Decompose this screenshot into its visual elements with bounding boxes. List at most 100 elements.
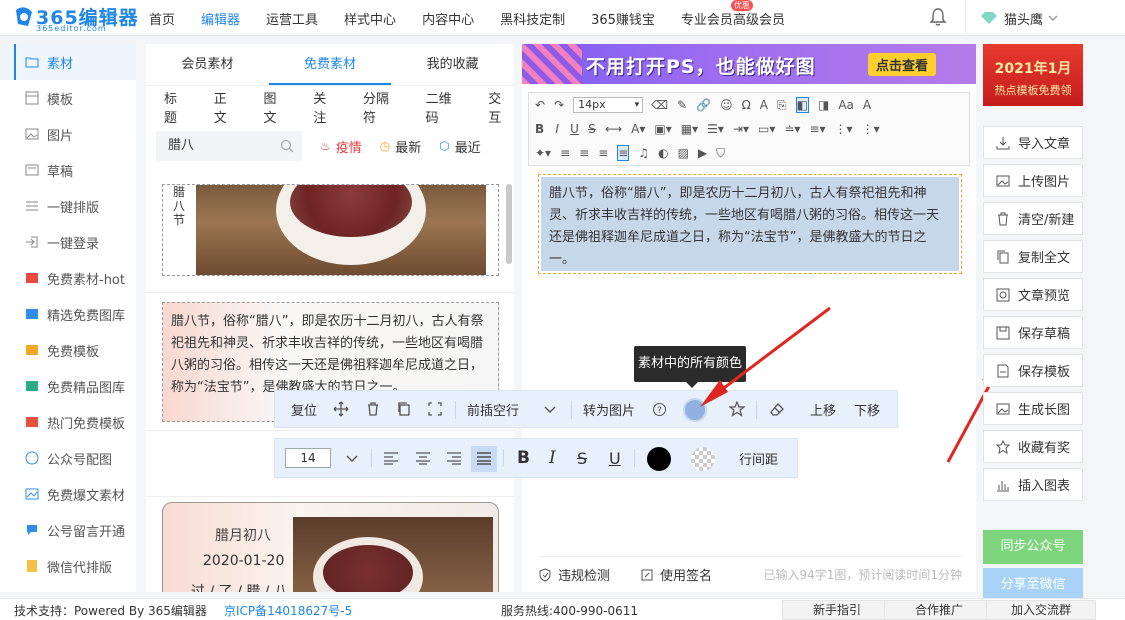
leftnav-item-hot-template[interactable]: 热门免费模板 [0,404,136,440]
compliance-check-button[interactable]: 违规检测 [538,565,610,584]
logo[interactable]: 365编辑器 365editor.com [14,3,144,33]
search-icon[interactable] [280,139,294,153]
format-painter-icon[interactable]: ✎ [677,98,687,112]
leftnav-item-premium-gallery[interactable]: 免费精品图库 [0,368,136,404]
strikethrough-icon[interactable]: S [577,439,587,477]
long-image-button[interactable]: 生成长图 [983,392,1083,425]
category-follow[interactable]: 关注 [313,88,339,126]
leftnav-item-gallery[interactable]: 精选免费图库 [0,296,136,332]
move-down-button[interactable]: 下移 [854,391,880,427]
bold-icon[interactable]: B [535,122,544,136]
background-color-icon[interactable]: ▣▾ [654,122,671,136]
share-wechat-button[interactable]: 分享至微信 [983,568,1083,602]
leftnav-item-cover[interactable]: 公众号配图 [0,440,136,476]
leftnav-item-login[interactable]: 一键登录 [0,224,136,260]
cooperation-button[interactable]: 合作推广 [884,600,994,620]
horizontal-rule-icon[interactable]: ⟷ [605,122,622,136]
signature-button[interactable]: 使用签名 [640,565,712,584]
letter-spacing-icon[interactable]: ≡▾ [809,122,825,136]
link-icon[interactable]: 🔗 [696,98,711,112]
promo-ad[interactable]: 2021年1月 热点模板免费领 [983,44,1083,106]
chevron-down-icon[interactable] [543,403,557,417]
preview-button[interactable]: 文章预览 [983,278,1083,311]
spacing-icon[interactable]: ≐▾ [784,122,800,136]
move-up-button[interactable]: 上移 [810,391,836,427]
star-icon[interactable] [729,401,745,417]
nav-home[interactable]: 首页 [149,9,175,28]
text-direction-icon[interactable]: A [760,98,768,112]
italic-icon[interactable]: I [549,439,556,477]
leftnav-item-comments[interactable]: 公号留言开通 [0,512,136,548]
align-justify-icon[interactable] [476,451,492,465]
emoji-icon[interactable]: ☺ [720,98,733,112]
list-icon[interactable]: ⋮▾ [835,122,853,136]
italic-icon[interactable]: I [553,122,561,136]
scrollbar[interactable] [506,184,512,264]
selected-paragraph[interactable]: 腊八节，俗称“腊八”，即是农历十二月初八，古人有祭祀祖先和神灵、祈求丰收吉祥的传… [541,177,959,271]
font-size-input[interactable]: 14 [285,448,331,468]
align-justify-icon[interactable]: ≡ [617,145,630,161]
filter-latest[interactable]: ◷ 最新 [380,137,422,156]
newbie-guide-button[interactable]: 新手指引 [782,600,892,620]
align-right-icon[interactable]: ≡ [598,146,608,160]
nav-styles[interactable]: 样式中心 [344,9,396,28]
move-icon[interactable] [333,401,349,417]
insert-image-icon[interactable]: ▨ [678,146,689,160]
shield-icon[interactable]: ⛉ [716,146,725,161]
category-interactive[interactable]: 交互 [488,88,514,126]
nav-custom[interactable]: 黑科技定制 [500,9,565,28]
leftnav-item-free-template[interactable]: 免费模板 [0,332,136,368]
nav-editor[interactable]: 编辑器 [201,9,240,28]
save-template-button[interactable]: 保存模板 [983,354,1083,387]
indent-icon[interactable]: ⇥▾ [733,122,749,136]
fullwidth-icon[interactable] [427,401,443,417]
nav-content[interactable]: 内容中心 [422,9,474,28]
leftnav-item-autolayout[interactable]: 一键排版 [0,188,136,224]
category-body[interactable]: 正文 [214,88,240,126]
insert-chart-button[interactable]: 插入图表 [983,468,1083,501]
magic-icon[interactable]: ✦▾ [535,146,551,160]
font-size-icon[interactable]: A [863,98,871,112]
search-input[interactable]: 腊八 [156,131,302,161]
editor-content[interactable]: 腊八节，俗称“腊八”，即是农历十二月初八，古人有祭祀祖先和神灵、祈求丰收吉祥的传… [538,174,962,274]
category-divider[interactable]: 分隔符 [363,88,402,126]
filter-epidemic[interactable]: ♨ 疫情 [320,137,362,156]
strikethrough-icon[interactable]: S [588,122,596,136]
paragraph-icon[interactable]: ▦▾ [681,122,698,136]
chevron-down-icon[interactable] [345,452,359,466]
leftnav-item-template[interactable]: 模板 [0,80,136,116]
underline-icon[interactable]: U [570,122,579,136]
category-qrcode[interactable]: 二维码 [426,88,465,126]
eraser-icon[interactable] [769,401,785,417]
save-draft-button[interactable]: 保存草稿 [983,316,1083,349]
category-title[interactable]: 标题 [164,88,190,126]
line-spacing-button[interactable]: 行间距 [739,439,778,477]
font-color-icon[interactable]: A▾ [631,122,645,136]
category-imagetext[interactable]: 图文 [264,88,290,126]
upload-image-button[interactable]: 上传图片 [983,164,1083,197]
eraser-icon[interactable]: ⌫ [651,98,668,112]
redo-icon[interactable]: ↷ [554,98,564,112]
font-case-icon[interactable]: Aa [838,98,854,112]
insert-video-icon[interactable]: ▶ [698,146,707,160]
align-left-icon[interactable]: ≡ [560,146,570,160]
music-icon[interactable]: ♫ [638,146,649,160]
nav-senior-member[interactable]: 高级会员 [733,9,785,28]
bold-icon[interactable]: B [517,439,530,477]
leftnav-item-typeset-service[interactable]: 微信代排版 [0,548,136,584]
leftnav-item-free-hot[interactable]: 免费素材-hot [0,260,136,296]
leftnav-item-draft[interactable]: 草稿 [0,152,136,188]
copy-all-button[interactable]: 复制全文 [983,240,1083,273]
material-card-festival[interactable]: 腊月初八 2020-01-20 过 / 了 / 腊 / 八 [162,502,499,592]
delete-icon[interactable] [365,401,381,417]
align-center-icon[interactable]: ≡ [579,146,589,160]
nav-pro-member[interactable]: 专业会员 优惠 [681,0,753,28]
reset-button[interactable]: 复位 [291,391,317,427]
footer-icp-link[interactable]: 京ICP备14018627号-5 [224,602,352,619]
nav-tools[interactable]: 运营工具 [266,9,318,28]
align-center-icon[interactable] [415,451,431,465]
background-color-swatch[interactable] [691,447,715,471]
promo-banner[interactable]: 不用打开PS，也能做好图 点击查看 [522,44,976,84]
tab-favorites[interactable]: 我的收藏 [391,44,514,85]
line-height-icon[interactable]: ☰▾ [707,122,724,136]
